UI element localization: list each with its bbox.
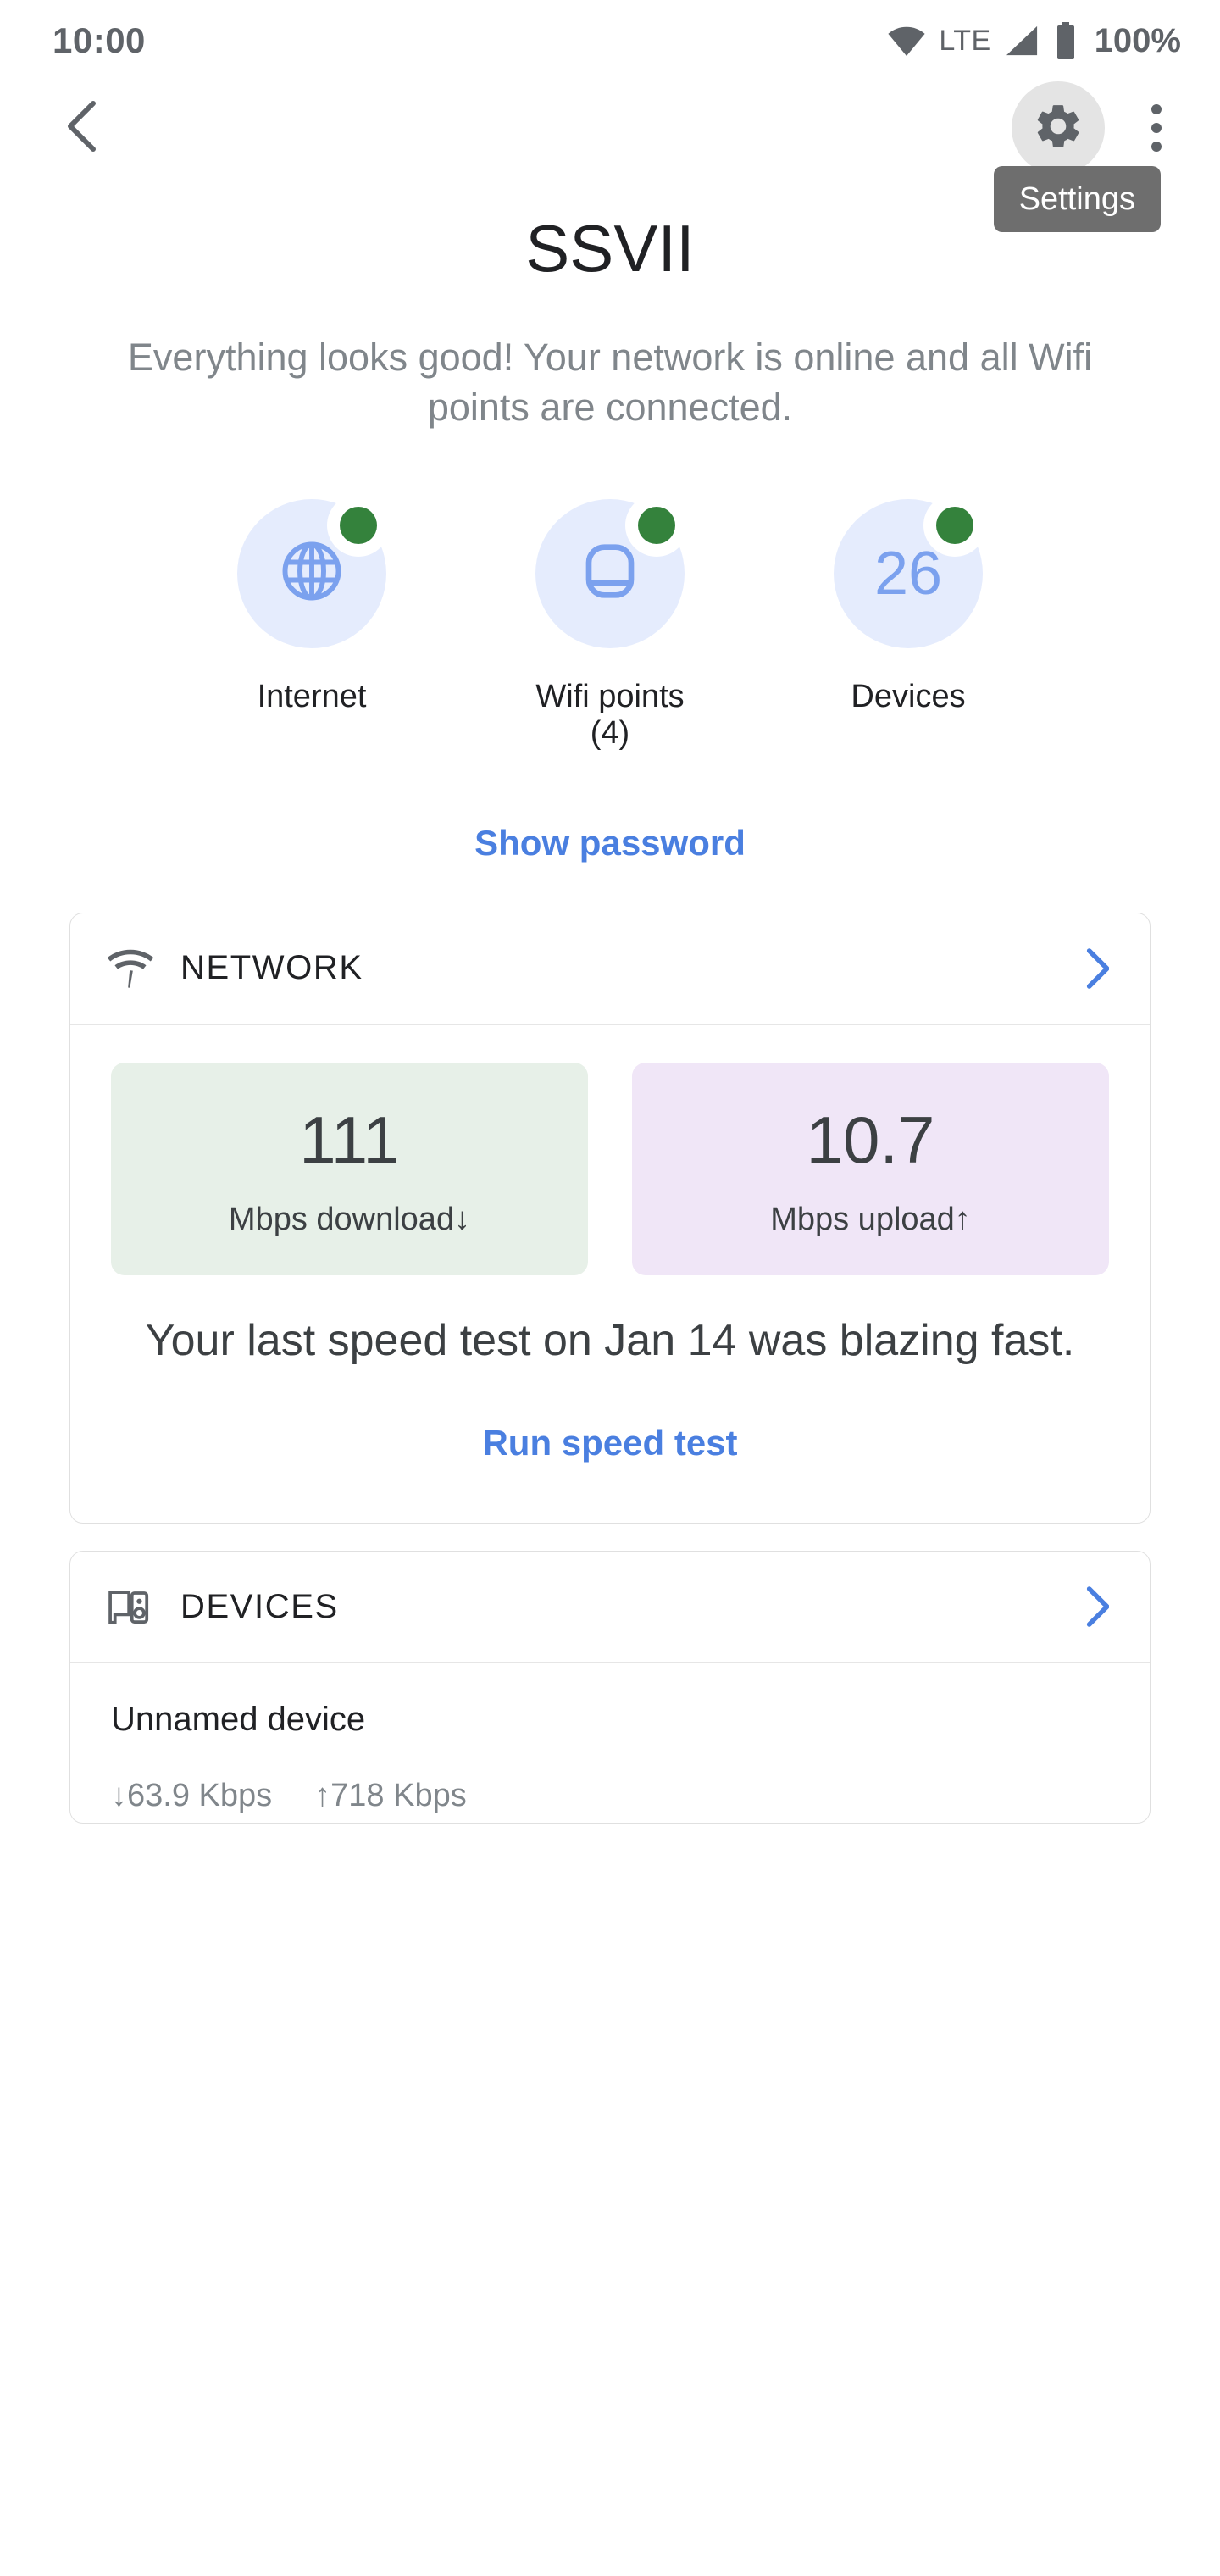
speed-test-icon xyxy=(106,948,162,989)
upload-tile: 10.7 Mbps upload↑ xyxy=(632,1062,1109,1275)
show-password-link[interactable]: Show password xyxy=(474,823,746,863)
devices-card-title: DEVICES xyxy=(180,1587,339,1625)
signal-icon xyxy=(1005,25,1040,57)
network-card: NETWORK 111 Mbps download↓ 10.7 Mbps upl… xyxy=(69,912,1151,1524)
app-bar-actions xyxy=(1012,81,1186,175)
status-dot-green xyxy=(340,506,377,544)
speed-test-message: Your last speed test on Jan 14 was blazi… xyxy=(145,1315,1075,1365)
upload-arrow-icon: ↑ xyxy=(954,1201,971,1237)
status-time: 10:00 xyxy=(53,20,146,60)
status-circle-label: Devices xyxy=(851,678,966,714)
download-tile: 111 Mbps download↓ xyxy=(111,1062,588,1275)
status-indicators: LTE 100% xyxy=(888,22,1181,60)
gear-icon xyxy=(1032,100,1084,157)
devices-icon xyxy=(106,1585,162,1628)
status-circle-internet[interactable]: Internet xyxy=(214,493,409,752)
status-circle-wifi-points[interactable]: Wifi points (4) xyxy=(513,493,707,752)
devices-circle: 26 xyxy=(834,493,986,648)
hero-section: Settings SSVII Everything looks good! Yo… xyxy=(0,166,1220,433)
more-vert-icon-dot xyxy=(1151,142,1162,152)
internet-circle xyxy=(237,493,390,648)
device-rates: ↓63.9 Kbps ↑718 Kbps xyxy=(111,1778,1109,1814)
download-value: 111 xyxy=(299,1102,400,1177)
wifi-points-status-badge xyxy=(625,493,688,557)
battery-icon xyxy=(1054,22,1078,59)
device-download-rate: ↓63.9 Kbps xyxy=(111,1778,273,1814)
status-dot-green xyxy=(638,506,675,544)
status-dot-green xyxy=(936,506,973,544)
chevron-right-icon[interactable] xyxy=(1080,1586,1114,1628)
status-circle-label: Internet xyxy=(257,678,367,714)
chevron-right-icon[interactable] xyxy=(1080,947,1114,989)
show-password-row: Show password xyxy=(0,823,1220,863)
internet-status-badge xyxy=(327,493,390,557)
download-label: Mbps download↓ xyxy=(111,1202,588,1238)
wifi-points-circle xyxy=(535,493,688,648)
app-screen: 10:00 LTE 100% Settings SSVII Everything… xyxy=(0,0,1220,2576)
wifi-icon xyxy=(888,25,925,56)
device-name: Unnamed device xyxy=(111,1701,366,1739)
device-upload-rate: ↑718 Kbps xyxy=(314,1778,467,1814)
device-list-item[interactable]: Unnamed device ↓63.9 Kbps ↑718 Kbps xyxy=(70,1663,1150,1823)
devices-status-badge xyxy=(923,493,986,557)
devices-card-header[interactable]: DEVICES xyxy=(70,1552,1150,1662)
devices-card: DEVICES Unnamed device ↓63.9 Kbps ↑718 K… xyxy=(69,1551,1151,1824)
status-circle-devices[interactable]: 26 Devices xyxy=(811,493,1006,752)
upload-label: Mbps upload↑ xyxy=(632,1202,1109,1238)
wifi-point-icon xyxy=(576,537,644,609)
overflow-menu-button[interactable] xyxy=(1127,94,1186,162)
network-card-title: NETWORK xyxy=(180,949,363,987)
settings-tooltip: Settings xyxy=(993,166,1161,232)
back-chevron-icon xyxy=(65,100,96,156)
back-button[interactable] xyxy=(51,98,110,158)
run-speed-test-link[interactable]: Run speed test xyxy=(482,1423,737,1463)
download-label-text: Mbps download xyxy=(228,1201,455,1237)
more-vert-icon-dot xyxy=(1151,123,1162,133)
network-status-message: Everything looks good! Your network is o… xyxy=(127,336,1093,430)
network-card-header[interactable]: NETWORK xyxy=(70,913,1150,1024)
status-circles: Internet Wifi points (4) 26 Devices xyxy=(0,493,1220,752)
network-type-label: LTE xyxy=(939,24,991,57)
settings-button[interactable] xyxy=(1012,81,1105,175)
upload-label-text: Mbps upload xyxy=(770,1201,955,1237)
download-arrow-icon: ↓ xyxy=(454,1201,471,1237)
more-vert-icon-dot xyxy=(1151,104,1162,114)
app-bar xyxy=(0,81,1220,175)
devices-count: 26 xyxy=(873,539,943,608)
speed-tiles: 111 Mbps download↓ 10.7 Mbps upload↑ xyxy=(70,1025,1150,1275)
status-bar: 10:00 LTE 100% xyxy=(0,0,1220,81)
battery-percent: 100% xyxy=(1094,21,1181,59)
upload-value: 10.7 xyxy=(806,1102,935,1177)
run-speed-test-row: Run speed test xyxy=(70,1368,1150,1523)
status-circle-label: Wifi points (4) xyxy=(535,678,685,751)
